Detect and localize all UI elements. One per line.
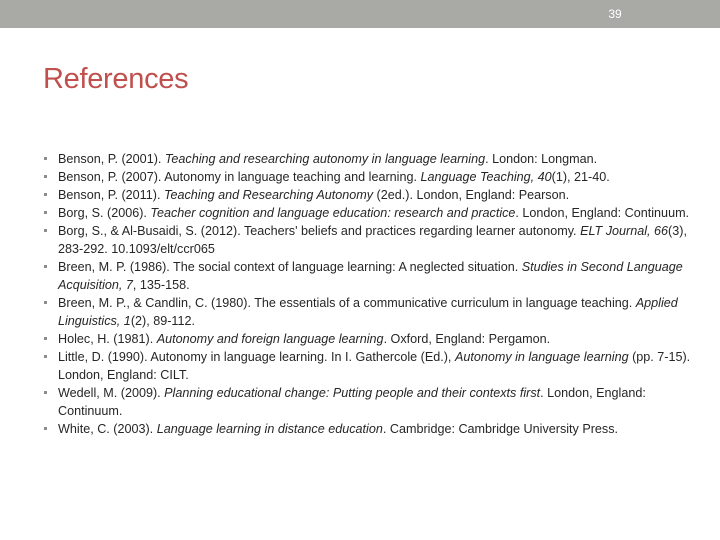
reference-item: Little, D. (1990). Autonomy in language … <box>43 348 693 384</box>
reference-italic-text: Autonomy in language learning <box>454 350 629 364</box>
reference-italic-text: ELT Journal, 66 <box>580 224 669 238</box>
references-list: Benson, P. (2001). Teaching and research… <box>43 150 693 438</box>
reference-item: Benson, P. (2011). Teaching and Research… <box>43 186 693 204</box>
reference-item: Breen, M. P., & Candlin, C. (1980). The … <box>43 294 693 330</box>
page-number: 39 <box>608 7 622 21</box>
reference-text: Holec, H. (1981). <box>58 332 157 346</box>
reference-text: (2), 89-112. <box>130 314 195 328</box>
reference-italic-text: Language Teaching, 40 <box>420 170 552 184</box>
slide-title: References <box>43 63 189 95</box>
reference-text: Wedell, M. (2009). <box>58 386 165 400</box>
reference-text: , 135-158. <box>132 278 190 292</box>
reference-italic-text: Teaching and researching autonomy in lan… <box>164 152 486 166</box>
reference-text: Benson, P. (2001). <box>58 152 165 166</box>
reference-text: Benson, P. (2011). <box>58 188 164 202</box>
top-bar: 39 <box>0 0 720 28</box>
reference-text: White, C. (2003). <box>58 422 157 436</box>
reference-item: Borg, S., & Al-Busaidi, S. (2012). Teach… <box>43 222 693 258</box>
reference-text: . Cambridge: Cambridge University Press. <box>382 422 619 436</box>
reference-item: White, C. (2003). Language learning in d… <box>43 420 693 438</box>
reference-text: . London: Longman. <box>485 152 598 166</box>
reference-text: Breen, M. P. (1986). The social context … <box>58 260 522 274</box>
reference-item: Breen, M. P. (1986). The social context … <box>43 258 693 294</box>
reference-text: Little, D. (1990). Autonomy in language … <box>58 350 455 364</box>
reference-text: (1), 21-40. <box>551 170 610 184</box>
reference-item: Wedell, M. (2009). Planning educational … <box>43 384 693 420</box>
reference-italic-text: Autonomy and foreign language learning <box>156 332 384 346</box>
reference-text: Breen, M. P., & Candlin, C. (1980). The … <box>58 296 636 310</box>
reference-text: Borg, S., & Al-Busaidi, S. (2012). Teach… <box>58 224 581 238</box>
reference-text: (2ed.). London, England: Pearson. <box>373 188 570 202</box>
reference-text: Benson, P. (2007). Autonomy in language … <box>58 170 421 184</box>
reference-text: Borg, S. (2006). <box>58 206 151 220</box>
reference-italic-text: Language learning in distance education <box>156 422 383 436</box>
reference-italic-text: Planning educational change: Putting peo… <box>164 386 541 400</box>
reference-text: . London, England: Continuum. <box>515 206 690 220</box>
reference-italic-text: Teaching and Researching Autonomy <box>163 188 374 202</box>
reference-item: Benson, P. (2007). Autonomy in language … <box>43 168 693 186</box>
reference-item: Holec, H. (1981). Autonomy and foreign l… <box>43 330 693 348</box>
reference-item: Borg, S. (2006). Teacher cognition and l… <box>43 204 693 222</box>
reference-item: Benson, P. (2001). Teaching and research… <box>43 150 693 168</box>
reference-text: . Oxford, England: Pergamon. <box>383 332 551 346</box>
reference-italic-text: Teacher cognition and language education… <box>150 206 516 220</box>
